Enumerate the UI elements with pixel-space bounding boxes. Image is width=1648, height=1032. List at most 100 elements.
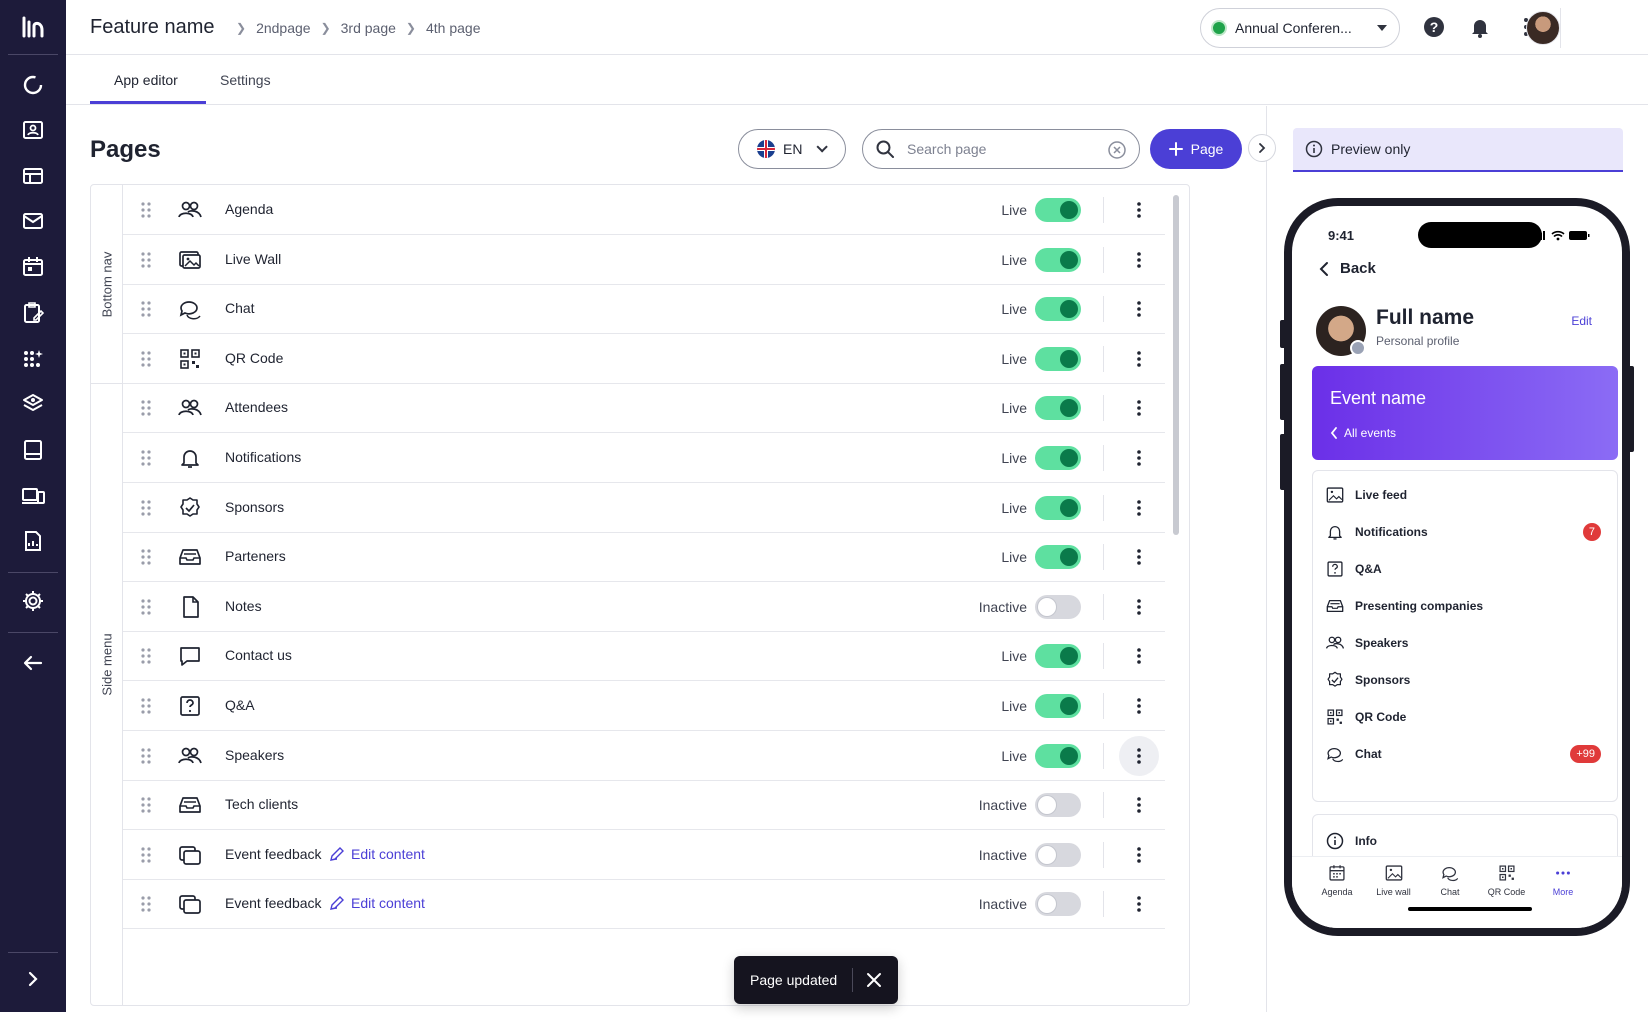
table-row[interactable]: Notes Inactive bbox=[123, 582, 1165, 632]
status-toggle[interactable] bbox=[1035, 496, 1081, 520]
close-icon[interactable] bbox=[864, 970, 884, 990]
table-row[interactable]: Contact us Live bbox=[123, 631, 1165, 681]
drag-handle-icon[interactable] bbox=[141, 648, 151, 664]
table-row[interactable]: Live Wall Live bbox=[123, 235, 1165, 285]
table-row[interactable]: Event feedback Edit content Inactive bbox=[123, 879, 1165, 929]
add-page-button[interactable]: Page bbox=[1150, 129, 1242, 169]
table-row[interactable]: Chat Live bbox=[123, 284, 1165, 334]
row-more-button[interactable] bbox=[1119, 240, 1159, 280]
help-icon[interactable]: ? bbox=[1422, 15, 1446, 39]
drag-handle-icon[interactable] bbox=[141, 500, 151, 516]
drag-handle-icon[interactable] bbox=[141, 698, 151, 714]
status-toggle[interactable] bbox=[1035, 744, 1081, 768]
breadcrumb-item[interactable]: 4th page bbox=[426, 20, 481, 36]
preview-menu-item[interactable]: Live feed bbox=[1325, 481, 1609, 509]
status-toggle[interactable] bbox=[1035, 595, 1081, 619]
event-card[interactable]: Event name All events bbox=[1312, 366, 1618, 460]
website-icon[interactable] bbox=[20, 163, 46, 189]
status-toggle[interactable] bbox=[1035, 892, 1081, 916]
row-more-button[interactable] bbox=[1119, 636, 1159, 676]
collapse-preview-button[interactable] bbox=[1248, 134, 1276, 162]
row-more-button[interactable] bbox=[1119, 488, 1159, 528]
drag-handle-icon[interactable] bbox=[141, 400, 151, 416]
scrollbar[interactable] bbox=[1173, 195, 1179, 535]
status-toggle[interactable] bbox=[1035, 446, 1081, 470]
status-toggle[interactable] bbox=[1035, 545, 1081, 569]
tab-app-editor[interactable]: App editor bbox=[114, 72, 178, 88]
row-more-button[interactable] bbox=[1119, 438, 1159, 478]
preview-menu-item[interactable]: Sponsors bbox=[1325, 666, 1609, 694]
contacts-icon[interactable] bbox=[20, 117, 46, 143]
drag-handle-icon[interactable] bbox=[141, 797, 151, 813]
preview-menu-item[interactable]: Notifications 7 bbox=[1325, 518, 1609, 546]
arrow-left-icon[interactable] bbox=[20, 650, 46, 676]
report-icon[interactable] bbox=[20, 528, 46, 554]
back-button[interactable]: Back bbox=[1318, 260, 1376, 277]
calendar-icon[interactable] bbox=[20, 254, 46, 280]
table-row[interactable]: Notifications Live bbox=[123, 433, 1165, 483]
table-row[interactable]: Attendees Live bbox=[123, 383, 1165, 433]
table-row[interactable]: QR Code Live bbox=[123, 334, 1165, 384]
table-row[interactable]: Sponsors Live bbox=[123, 483, 1165, 533]
drag-handle-icon[interactable] bbox=[141, 301, 151, 317]
preview-menu-item[interactable]: Presenting companies bbox=[1325, 592, 1609, 620]
row-more-button[interactable] bbox=[1119, 686, 1159, 726]
status-toggle[interactable] bbox=[1035, 347, 1081, 371]
row-more-button[interactable] bbox=[1119, 835, 1159, 875]
phone-tab[interactable]: More bbox=[1533, 863, 1593, 897]
drag-handle-icon[interactable] bbox=[141, 599, 151, 615]
status-toggle[interactable] bbox=[1035, 843, 1081, 867]
edit-content-link[interactable]: Edit content bbox=[329, 846, 425, 862]
gear-icon[interactable] bbox=[20, 588, 46, 614]
drag-handle-icon[interactable] bbox=[141, 896, 151, 912]
row-more-button[interactable] bbox=[1119, 884, 1159, 924]
phone-tab[interactable]: Chat bbox=[1420, 863, 1480, 897]
status-toggle[interactable] bbox=[1035, 248, 1081, 272]
table-row[interactable]: Event feedback Edit content Inactive bbox=[123, 830, 1165, 880]
search-input[interactable] bbox=[907, 141, 1097, 157]
table-row[interactable]: Speakers Live bbox=[123, 731, 1165, 781]
drag-handle-icon[interactable] bbox=[141, 202, 151, 218]
profile-edit-link[interactable]: Edit bbox=[1571, 314, 1592, 328]
preview-menu-item[interactable]: Q&A bbox=[1325, 555, 1609, 583]
row-more-button[interactable] bbox=[1119, 339, 1159, 379]
clear-icon[interactable] bbox=[1107, 140, 1127, 160]
row-more-button[interactable] bbox=[1119, 736, 1159, 776]
layers-icon[interactable] bbox=[20, 391, 46, 417]
breadcrumb-item[interactable]: 2ndpage bbox=[256, 20, 311, 36]
preview-menu-item[interactable]: Chat +99 bbox=[1325, 740, 1609, 768]
drag-handle-icon[interactable] bbox=[141, 450, 151, 466]
language-selector[interactable]: EN bbox=[738, 129, 846, 169]
table-row[interactable]: Tech clients Inactive bbox=[123, 780, 1165, 830]
table-row[interactable]: Parteners Live bbox=[123, 532, 1165, 582]
tab-settings[interactable]: Settings bbox=[220, 72, 271, 88]
event-selector[interactable]: Annual Conferen... bbox=[1200, 8, 1400, 48]
row-more-button[interactable] bbox=[1119, 537, 1159, 577]
row-more-button[interactable] bbox=[1119, 587, 1159, 627]
row-more-button[interactable] bbox=[1119, 388, 1159, 428]
menu-item-info[interactable]: Info bbox=[1325, 827, 1609, 855]
drag-handle-icon[interactable] bbox=[141, 847, 151, 863]
table-row[interactable]: Q&A Live bbox=[123, 681, 1165, 731]
row-more-button[interactable] bbox=[1119, 785, 1159, 825]
drag-handle-icon[interactable] bbox=[141, 549, 151, 565]
row-more-button[interactable] bbox=[1119, 190, 1159, 230]
status-toggle[interactable] bbox=[1035, 396, 1081, 420]
status-toggle[interactable] bbox=[1035, 694, 1081, 718]
chevron-right-icon[interactable] bbox=[22, 968, 44, 990]
breadcrumb-item[interactable]: 3rd page bbox=[341, 20, 396, 36]
drag-handle-icon[interactable] bbox=[141, 252, 151, 268]
edit-content-link[interactable]: Edit content bbox=[329, 895, 425, 911]
dashboard-icon[interactable] bbox=[20, 72, 46, 98]
phone-tab[interactable]: QR Code bbox=[1477, 863, 1537, 897]
status-toggle[interactable] bbox=[1035, 297, 1081, 321]
status-toggle[interactable] bbox=[1035, 793, 1081, 817]
bell-icon[interactable] bbox=[1468, 15, 1492, 39]
status-toggle[interactable] bbox=[1035, 644, 1081, 668]
phone-tab[interactable]: Live wall bbox=[1364, 863, 1424, 897]
drag-handle-icon[interactable] bbox=[141, 351, 151, 367]
tablet-icon[interactable] bbox=[20, 437, 46, 463]
preview-menu-item[interactable]: Speakers bbox=[1325, 629, 1609, 657]
clipboard-edit-icon[interactable] bbox=[20, 300, 46, 326]
all-events-link[interactable]: All events bbox=[1330, 426, 1396, 440]
